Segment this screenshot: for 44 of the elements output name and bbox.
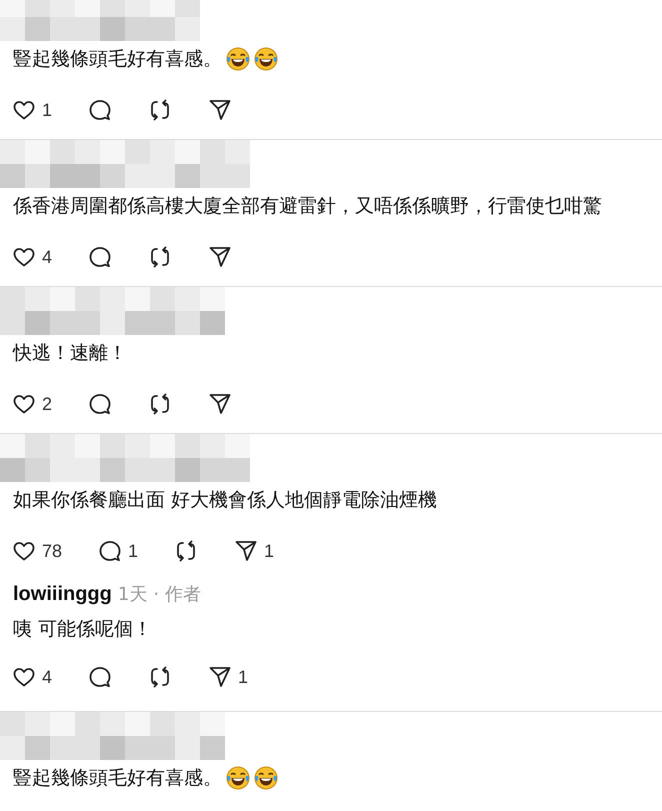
like-button[interactable]: 1 <box>12 98 52 122</box>
laughing-emoji-icon <box>226 47 250 71</box>
like-button[interactable]: 4 <box>12 245 52 269</box>
share-button[interactable]: 1 <box>208 665 248 689</box>
author-label: 作者 <box>165 583 202 606</box>
comment-text: 係香港周圍都係高樓大廈全部有避雷針，又唔係係曠野，行雷使乜咁驚 <box>13 194 602 219</box>
speech-bubble-icon <box>88 665 112 689</box>
heart-icon <box>12 98 36 122</box>
send-icon <box>208 245 232 269</box>
heart-icon <box>12 392 36 416</box>
send-icon <box>208 392 232 416</box>
speech-bubble-icon <box>88 98 112 122</box>
comment-text: 咦 可能係呢個！ <box>13 617 152 642</box>
share-button[interactable] <box>208 245 232 269</box>
like-button[interactable]: 4 <box>12 665 52 689</box>
like-button[interactable]: 2 <box>12 392 52 416</box>
laughing-emoji-icon <box>254 47 278 71</box>
separator-dot: · <box>153 584 160 605</box>
send-icon <box>208 665 232 689</box>
share-button[interactable] <box>208 98 232 122</box>
reply-button[interactable] <box>88 665 112 689</box>
comment-text: 如果你係餐廳出面 好大機會係人地個靜電除油煙機 <box>13 488 438 513</box>
share-button[interactable]: 1 <box>234 539 274 563</box>
comment-text: 豎起幾條頭毛好有喜感。 <box>13 47 222 72</box>
share-button[interactable] <box>208 392 232 416</box>
reply-button[interactable]: 1 <box>98 539 138 563</box>
heart-icon <box>12 665 36 689</box>
laughing-emoji-icon <box>254 766 278 790</box>
post-time: 1天 <box>118 583 148 606</box>
laughing-emoji-icon <box>226 766 250 790</box>
speech-bubble-icon <box>98 539 122 563</box>
comment-text: 豎起幾條頭毛好有喜感。 <box>13 766 222 791</box>
speech-bubble-icon <box>88 245 112 269</box>
reply-button[interactable] <box>88 245 112 269</box>
comment-text: 快逃！速離！ <box>13 341 127 366</box>
heart-icon <box>12 245 36 269</box>
like-button[interactable]: 78 <box>12 539 62 563</box>
send-icon <box>208 98 232 122</box>
username[interactable]: lowiiinggg <box>13 583 112 606</box>
send-icon <box>234 539 258 563</box>
heart-icon <box>12 539 36 563</box>
reply-button[interactable] <box>88 98 112 122</box>
reply-button[interactable] <box>88 392 112 416</box>
speech-bubble-icon <box>88 392 112 416</box>
